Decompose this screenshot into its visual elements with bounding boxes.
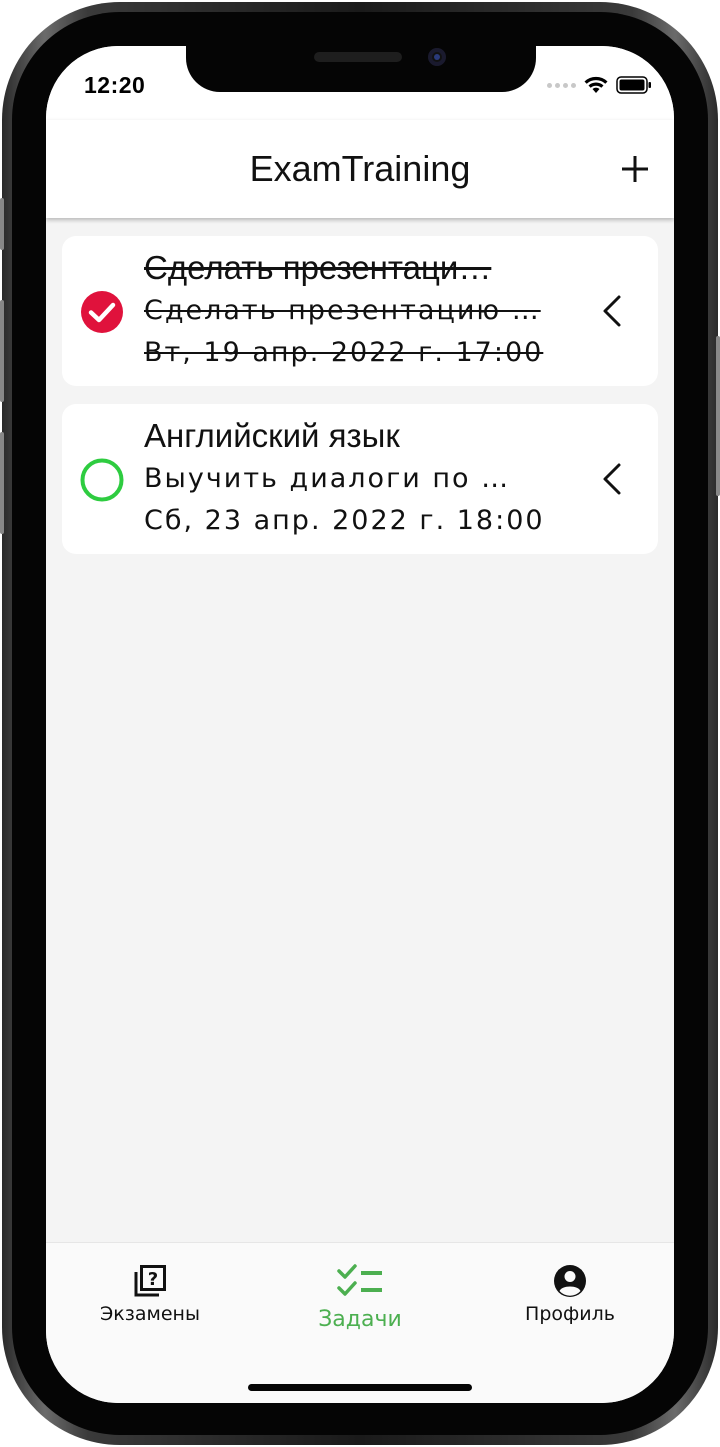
front-camera [428, 48, 446, 66]
chevron-left-icon[interactable] [600, 294, 624, 328]
page-title: ExamTraining [249, 148, 471, 189]
account-circle-icon [554, 1265, 586, 1297]
nav-tab-profile[interactable]: Профиль [490, 1263, 650, 1325]
status-time: 12:20 [84, 72, 146, 98]
nav-label-exams: Экзамены [100, 1303, 200, 1325]
task-list: Сделать презентаци… Сделать презентацию … [46, 218, 674, 1242]
task-date: Сб, 23 апр. 2022 г. 18:00 [144, 505, 545, 536]
task-date: Вт, 19 апр. 2022 г. 17:00 [144, 337, 544, 368]
task-description: Сделать презентацию … [144, 295, 541, 326]
task-text: Английский язык Выучить диалоги по … Сб,… [144, 414, 564, 542]
checklist-icon [337, 1264, 382, 1296]
volume-up-button [0, 300, 4, 402]
cellular-signal-icon [547, 82, 576, 88]
home-indicator[interactable] [248, 1384, 472, 1391]
status-icons [547, 76, 652, 94]
bottom-navigation: ? Экзамены Задачи Профиль [46, 1242, 674, 1403]
nav-tab-tasks[interactable]: Задачи [280, 1263, 440, 1332]
task-card[interactable]: Сделать презентаци… Сделать презентацию … [62, 236, 658, 386]
svg-text:?: ? [148, 1269, 158, 1290]
phone-screen: 12:20 ExamTraining Сделать презентаци… С… [46, 46, 674, 1403]
nav-label-tasks: Задачи [318, 1307, 402, 1332]
unchecked-circle-icon[interactable] [80, 458, 124, 502]
task-description: Выучить диалоги по … [144, 463, 511, 494]
app-bar: ExamTraining [46, 120, 674, 218]
volume-down-button [0, 432, 4, 534]
power-button [716, 336, 720, 496]
speaker-grille [314, 52, 402, 62]
nav-tab-exams[interactable]: ? Экзамены [70, 1263, 230, 1325]
task-card[interactable]: Английский язык Выучить диалоги по … Сб,… [62, 404, 658, 554]
task-title: Английский язык [144, 417, 400, 454]
chevron-left-icon[interactable] [600, 462, 624, 496]
mute-switch [0, 198, 4, 250]
checked-circle-icon[interactable] [80, 290, 124, 334]
plus-icon[interactable] [618, 152, 652, 186]
nav-label-profile: Профиль [525, 1303, 615, 1325]
wifi-icon [584, 76, 608, 93]
quiz-library-icon: ? [134, 1265, 166, 1297]
task-text: Сделать презентаци… Сделать презентацию … [144, 246, 564, 374]
task-title: Сделать презентаци… [144, 249, 492, 286]
camera-notch [186, 46, 536, 92]
battery-icon [616, 76, 651, 94]
